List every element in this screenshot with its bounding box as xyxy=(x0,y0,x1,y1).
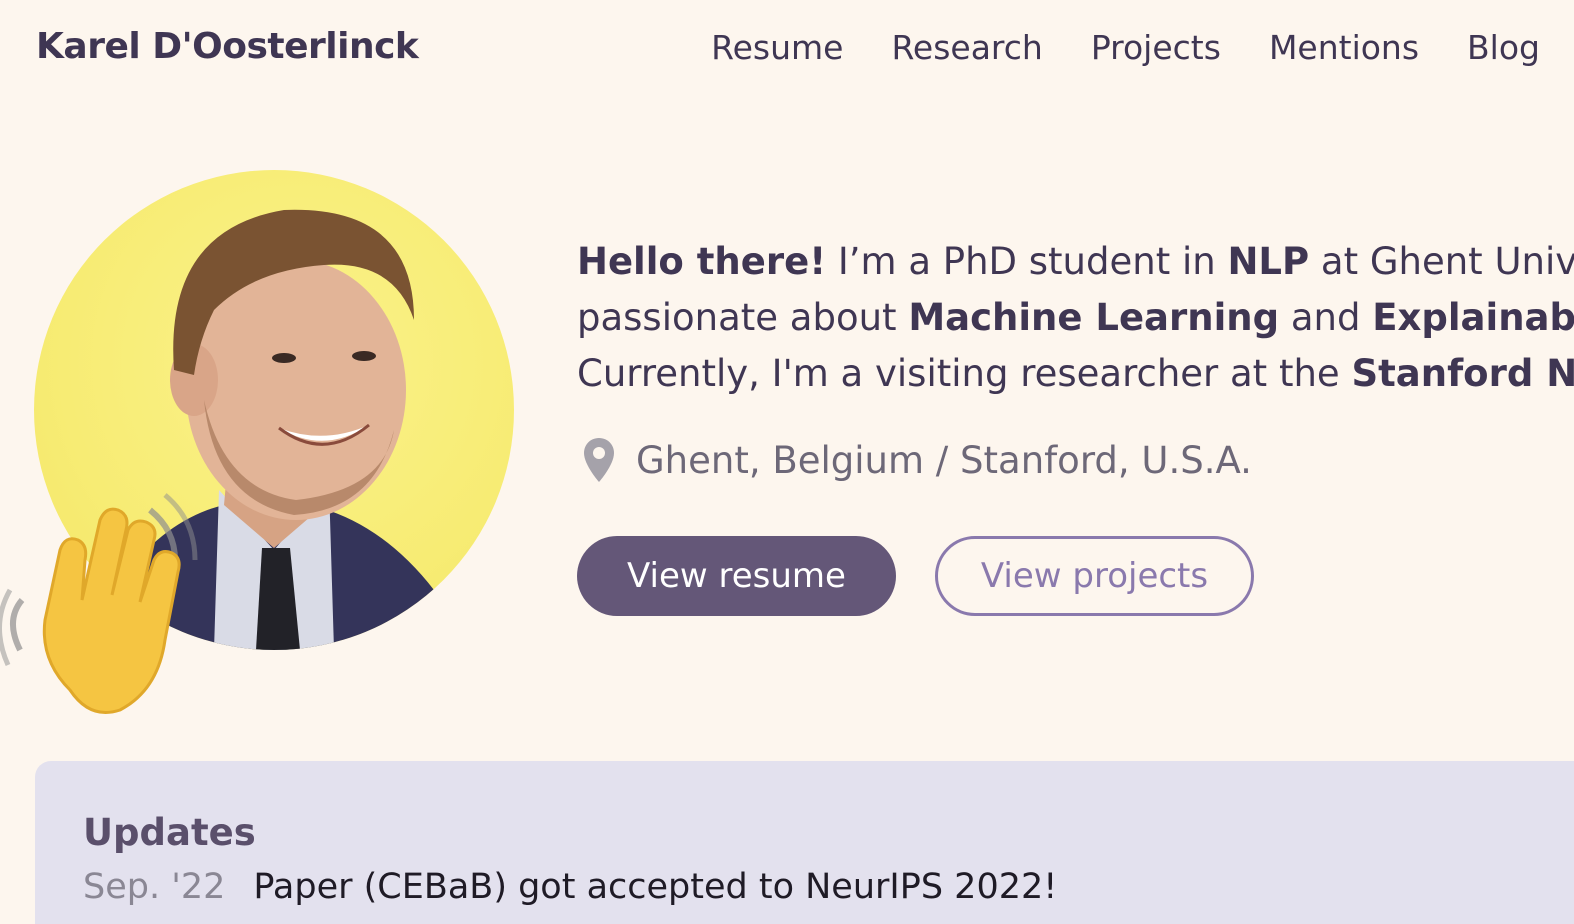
intro-line-1: Hello there! I’m a PhD student in NLP at… xyxy=(577,234,1574,290)
update-text: Paper (CEBaB) got accepted to NeurIPS 20… xyxy=(253,867,1058,907)
nav-blog[interactable]: Blog xyxy=(1467,28,1540,67)
site-title[interactable]: Karel D'Oosterlinck xyxy=(36,26,419,67)
intro-emphasis: NLP xyxy=(1227,240,1310,283)
intro-segment: I’m a PhD student in xyxy=(826,240,1228,283)
intro-emphasis: Explainable A xyxy=(1372,296,1574,339)
intro-segment: and xyxy=(1279,296,1373,339)
intro-line-2: passionate about Machine Learning and Ex… xyxy=(577,290,1574,346)
nav-mentions[interactable]: Mentions xyxy=(1269,28,1419,67)
updates-title: Updates xyxy=(83,811,256,854)
update-date: Sep. '22 xyxy=(83,867,226,907)
intro-segment: Currently, I'm a visiting researcher at … xyxy=(577,352,1352,395)
nav-projects[interactable]: Projects xyxy=(1091,28,1221,67)
page: Karel D'Oosterlinck Resume Research Proj… xyxy=(0,0,1574,924)
intro-emphasis: Hello there! xyxy=(577,240,827,283)
intro-segment: passionate about xyxy=(577,296,909,339)
intro-segment: at Ghent Univers xyxy=(1320,240,1574,283)
view-projects-button[interactable]: View projects xyxy=(935,536,1254,616)
location: Ghent, Belgium / Stanford, U.S.A. xyxy=(582,436,1252,484)
nav-research[interactable]: Research xyxy=(891,28,1042,67)
intro-emphasis: Machine Learning xyxy=(908,296,1280,339)
location-text: Ghent, Belgium / Stanford, U.S.A. xyxy=(636,438,1252,482)
update-item: Sep. '22 Paper (CEBaB) got accepted to N… xyxy=(83,867,1057,907)
intro-line-3: Currently, I'm a visiting researcher at … xyxy=(577,346,1574,402)
view-resume-button[interactable]: View resume xyxy=(577,536,896,616)
updates-panel: Updates Sep. '22 Paper (CEBaB) got accep… xyxy=(35,761,1574,924)
map-pin-icon xyxy=(584,438,614,482)
main-nav: Resume Research Projects Mentions Blog xyxy=(711,28,1540,67)
intro-text: Hello there! I’m a PhD student in NLP at… xyxy=(577,234,1574,402)
intro-emphasis: Stanford NLP xyxy=(1351,352,1574,395)
avatar-container xyxy=(0,170,514,714)
waving-hand-icon xyxy=(0,493,198,714)
nav-resume[interactable]: Resume xyxy=(711,28,843,67)
